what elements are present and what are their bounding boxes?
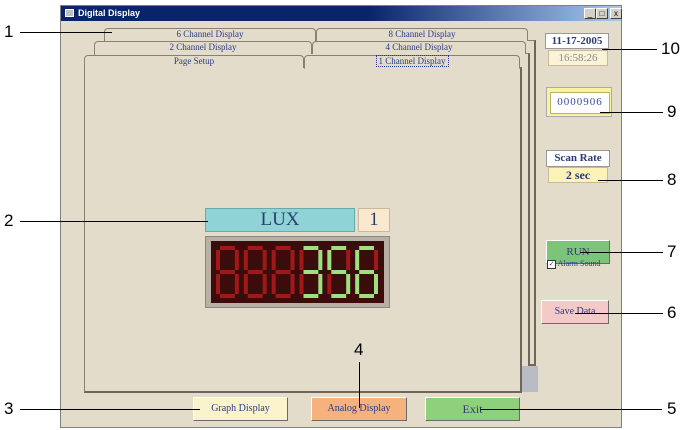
led-segment-b [262,250,267,270]
led-segment-d [331,294,347,298]
led-segment-a [220,246,235,250]
callout-line-7 [580,252,663,253]
callout-line-6 [575,313,663,314]
counter-value: 0000906 [550,92,610,114]
led-segment-b [290,250,295,270]
led-segment-g [220,270,235,274]
led-digit [299,246,323,298]
led-segment-f [243,250,248,270]
channel-number: 1 [358,208,390,232]
callout-3: 3 [4,399,14,418]
led-segment-d [247,294,263,298]
led-segment-a [247,246,263,250]
led-segment-d [359,294,374,298]
window-title: Digital Display [78,8,141,18]
maximize-button[interactable]: □ [596,8,608,19]
date-display: 11-17-2005 [545,33,609,49]
led-segment-e [299,274,304,294]
callout-line-10 [602,49,657,50]
led-segment-f [271,250,276,270]
led-digit [327,246,351,298]
led-segment-g [359,270,374,274]
callout-line-4 [359,362,360,408]
callout-9: 9 [667,102,677,121]
unit-label: LUX [205,208,355,232]
led-segment-c [234,274,239,294]
led-segment-a [331,246,347,250]
led-segment-b [374,250,378,270]
callout-1: 1 [4,22,14,41]
led-segment-f [299,250,304,270]
led-panel [211,241,384,303]
led-segment-c [318,274,323,294]
led-segment-f [355,250,360,270]
led-segment-f [327,250,332,270]
tab-1-channel-label: 1 Channel Display [375,55,449,67]
minimize-button[interactable]: _ [584,8,596,19]
graph-display-button[interactable]: Graph Display [193,397,288,421]
led-segment-g [247,270,263,274]
led-segment-b [234,250,239,270]
alarm-checkbox[interactable]: ✓ [547,259,556,269]
callout-line-5 [480,409,662,410]
led-segment-e [216,274,220,294]
scan-rate-label: Scan Rate [546,150,610,167]
callout-6: 6 [667,303,677,322]
callout-line-3 [20,409,200,410]
callout-7: 7 [667,242,677,261]
led-segment-f [216,250,220,270]
callout-2: 2 [4,211,14,230]
led-segment-a [275,246,291,250]
led-segment-e [243,274,248,294]
led-segment-c [346,274,351,294]
callout-line-1 [20,32,112,33]
led-segment-e [355,274,360,294]
callout-10: 10 [661,39,680,58]
scroll-corner [522,366,538,392]
led-segment-g [275,270,291,274]
seven-segment-readout [216,246,378,298]
alarm-label: Alarm Sound [557,259,601,268]
led-segment-c [374,274,378,294]
tab-page-setup[interactable]: Page Setup [84,55,304,68]
callout-line-8 [598,180,663,181]
led-segment-c [290,274,295,294]
led-digit [216,246,239,298]
led-digit [355,246,378,298]
tab-6-channel[interactable]: 6 Channel Display [104,28,316,41]
led-segment-a [303,246,319,250]
callout-line-2 [20,221,208,222]
led-segment-d [303,294,319,298]
callout-line-9 [600,112,663,113]
led-segment-e [271,274,276,294]
callout-4: 4 [354,340,364,359]
callout-8: 8 [667,170,677,189]
led-segment-g [331,270,347,274]
led-segment-b [346,250,351,270]
callout-5: 5 [667,399,677,418]
title-bar[interactable]: Digital Display _ □ x [61,6,622,21]
save-data-button[interactable]: Save Data [541,300,609,324]
time-display: 16:58:26 [548,50,608,66]
led-segment-e [327,274,332,294]
led-segment-d [220,294,235,298]
led-digit [271,246,295,298]
led-display [205,236,390,308]
close-button[interactable]: x [610,8,622,19]
led-segment-b [318,250,323,270]
tab-1-channel[interactable]: 1 Channel Display [304,55,520,69]
led-segment-a [359,246,374,250]
led-segment-d [275,294,291,298]
tab-2-channel[interactable]: 2 Channel Display [94,41,312,54]
tab-4-channel[interactable]: 4 Channel Display [312,41,526,54]
led-digit [243,246,267,298]
alarm-sound-option[interactable]: ✓ Alarm Sound [547,258,617,270]
tab-8-channel[interactable]: 8 Channel Display [316,28,528,41]
led-segment-g [303,270,319,274]
app-icon [65,9,74,17]
led-segment-c [262,274,267,294]
